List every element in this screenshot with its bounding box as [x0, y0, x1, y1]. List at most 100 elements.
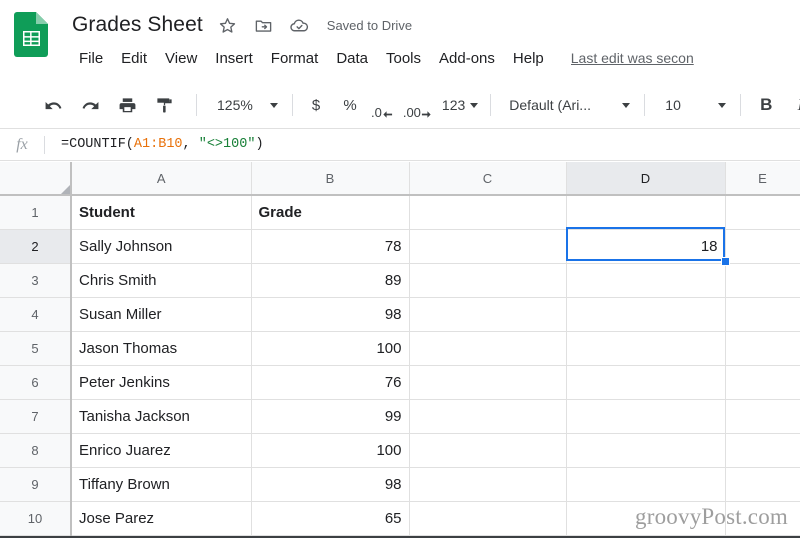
cell-e8[interactable] [725, 433, 800, 468]
cell-a9[interactable]: Tiffany Brown [71, 467, 252, 502]
menu-item-help[interactable]: Help [504, 48, 553, 69]
cell-d8[interactable] [566, 433, 726, 468]
cell-a2[interactable]: Sally Johnson [71, 229, 252, 264]
cell-d10[interactable] [566, 501, 726, 536]
cell-b10[interactable]: 65 [251, 501, 410, 536]
row-header-3[interactable]: 3 [0, 263, 72, 298]
cell-a4[interactable]: Susan Miller [71, 297, 252, 332]
cell-a3[interactable]: Chris Smith [71, 263, 252, 298]
column-header-d[interactable]: D [566, 162, 726, 196]
cell-a8[interactable]: Enrico Juarez [71, 433, 252, 468]
cell-b6[interactable]: 76 [251, 365, 410, 400]
bold-button[interactable]: B [751, 95, 781, 115]
cell-a5[interactable]: Jason Thomas [71, 331, 252, 366]
menu-item-add-ons[interactable]: Add-ons [430, 48, 504, 69]
column-header-b[interactable]: B [251, 162, 410, 196]
cell-b2[interactable]: 78 [251, 229, 410, 264]
cell-d3[interactable] [566, 263, 726, 298]
select-all-corner[interactable] [0, 162, 72, 196]
row-header-7[interactable]: 7 [0, 399, 72, 434]
font-size-dropdown[interactable]: 10 [655, 91, 730, 119]
last-edit-link[interactable]: Last edit was secon [571, 50, 694, 66]
cell-c4[interactable] [409, 297, 567, 332]
cell-d4[interactable] [566, 297, 726, 332]
cell-a7[interactable]: Tanisha Jackson [71, 399, 252, 434]
print-icon[interactable] [112, 90, 142, 120]
cell-b7[interactable]: 99 [251, 399, 410, 434]
row-header-10[interactable]: 10 [0, 501, 72, 536]
cell-b4[interactable]: 98 [251, 297, 410, 332]
cell-b3[interactable]: 89 [251, 263, 410, 298]
cell-d7[interactable] [566, 399, 726, 434]
cell-c6[interactable] [409, 365, 567, 400]
cell-e10[interactable] [725, 501, 800, 536]
paint-format-icon[interactable] [149, 90, 179, 120]
cell-e4[interactable] [725, 297, 800, 332]
currency-format-button[interactable]: $ [303, 90, 329, 120]
menu-item-insert[interactable]: Insert [206, 48, 262, 69]
app-header: Grades Sheet Saved to Drive File Edit Vi… [0, 0, 800, 76]
cell-d6[interactable] [566, 365, 726, 400]
menu-item-tools[interactable]: Tools [377, 48, 430, 69]
cell-e9[interactable] [725, 467, 800, 502]
row-header-5[interactable]: 5 [0, 331, 72, 366]
redo-icon[interactable] [75, 90, 105, 120]
menu-item-data[interactable]: Data [327, 48, 377, 69]
cell-e7[interactable] [725, 399, 800, 434]
row-header-6[interactable]: 6 [0, 365, 72, 400]
cell-c3[interactable] [409, 263, 567, 298]
row-header-1[interactable]: 1 [0, 195, 72, 230]
cell-c9[interactable] [409, 467, 567, 502]
cell-c7[interactable] [409, 399, 567, 434]
decrease-decimal-button[interactable]: .0 [371, 90, 393, 120]
cell-e5[interactable] [725, 331, 800, 366]
spreadsheet-grid[interactable]: A B C D E 1 Student Grade 2 Sally Johnso… [0, 162, 800, 538]
document-title[interactable]: Grades Sheet [72, 13, 203, 37]
row-header-9[interactable]: 9 [0, 467, 72, 502]
cell-a1[interactable]: Student [71, 195, 252, 230]
menu-item-view[interactable]: View [156, 48, 206, 69]
cell-b5[interactable]: 100 [251, 331, 410, 366]
zoom-dropdown[interactable]: 125% [207, 91, 282, 119]
cell-b9[interactable]: 98 [251, 467, 410, 502]
cell-c1[interactable] [409, 195, 567, 230]
star-icon[interactable] [217, 14, 239, 36]
menu-item-edit[interactable]: Edit [112, 48, 156, 69]
row-header-4[interactable]: 4 [0, 297, 72, 332]
increase-decimal-button[interactable]: .00 [403, 90, 432, 120]
menu-item-file[interactable]: File [70, 48, 112, 69]
cell-e6[interactable] [725, 365, 800, 400]
cell-b8[interactable]: 100 [251, 433, 410, 468]
cell-a6[interactable]: Peter Jenkins [71, 365, 252, 400]
cell-d5[interactable] [566, 331, 726, 366]
column-header-e[interactable]: E [725, 162, 800, 196]
formula-input[interactable]: =COUNTIF(A1:B10, "<>100") [45, 137, 264, 152]
cell-b1[interactable]: Grade [251, 195, 410, 230]
italic-button[interactable]: I [787, 95, 800, 115]
cell-c10[interactable] [409, 501, 567, 536]
toolbar: 125% $ % .0 .00 123 Default (Ari... 10 B [0, 82, 800, 128]
row-header-2[interactable]: 2 [0, 229, 72, 264]
cell-d1[interactable] [566, 195, 726, 230]
table-row: 7 Tanisha Jackson 99 [0, 399, 800, 434]
percent-format-button[interactable]: % [337, 90, 363, 120]
sheets-doc-icon[interactable] [14, 12, 48, 57]
cell-d2[interactable]: 18 [566, 229, 726, 264]
cell-e2[interactable] [725, 229, 800, 264]
row-header-8[interactable]: 8 [0, 433, 72, 468]
column-header-c[interactable]: C [409, 162, 567, 196]
cell-d9[interactable] [566, 467, 726, 502]
cell-c2[interactable] [409, 229, 567, 264]
undo-icon[interactable] [38, 90, 68, 120]
cell-c8[interactable] [409, 433, 567, 468]
cell-a10[interactable]: Jose Parez [71, 501, 252, 536]
move-to-folder-icon[interactable] [253, 14, 275, 36]
fill-handle[interactable] [721, 257, 730, 266]
number-format-dropdown[interactable]: 123 [442, 91, 479, 119]
cell-c5[interactable] [409, 331, 567, 366]
column-header-a[interactable]: A [71, 162, 252, 196]
menu-item-format[interactable]: Format [262, 48, 328, 69]
cell-e1[interactable] [725, 195, 800, 230]
cell-e3[interactable] [725, 263, 800, 298]
font-family-dropdown[interactable]: Default (Ari... [501, 91, 634, 119]
